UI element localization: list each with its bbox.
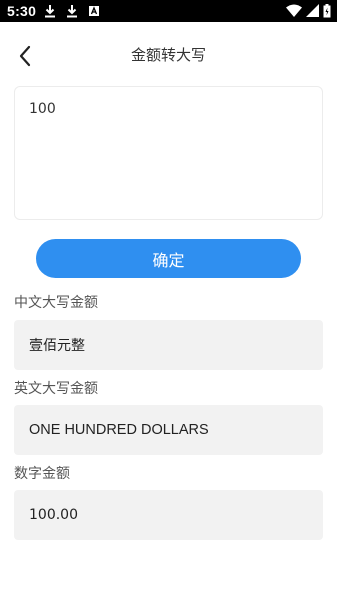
signal-icon <box>306 4 319 17</box>
confirm-button[interactable]: 确定 <box>36 239 301 278</box>
chinese-amount-value: 壹佰元整 <box>14 320 323 370</box>
numeric-amount-label: 数字金额 <box>14 466 70 482</box>
app-notification-icon <box>89 6 99 16</box>
english-amount-value: ONE HUNDRED DOLLARS <box>14 405 323 455</box>
amount-input-box: 100 <box>14 86 323 220</box>
numeric-amount-value: 100.00 <box>14 490 323 540</box>
chinese-amount-label: 中文大写金额 <box>14 295 98 311</box>
status-bar: 5:30 <box>0 0 337 22</box>
page-title: 金额转大写 <box>130 46 206 64</box>
battery-icon <box>323 4 331 18</box>
status-system-icons <box>286 4 331 18</box>
title-bar: 金额转大写 <box>0 22 337 88</box>
amount-input[interactable]: 100 <box>15 87 322 219</box>
english-amount-label: 英文大写金额 <box>14 381 98 397</box>
download-icon <box>67 5 77 18</box>
download-icon <box>45 5 55 18</box>
wifi-icon <box>286 4 302 17</box>
status-time: 5:30 <box>7 3 37 19</box>
status-notification-icons <box>44 4 100 18</box>
